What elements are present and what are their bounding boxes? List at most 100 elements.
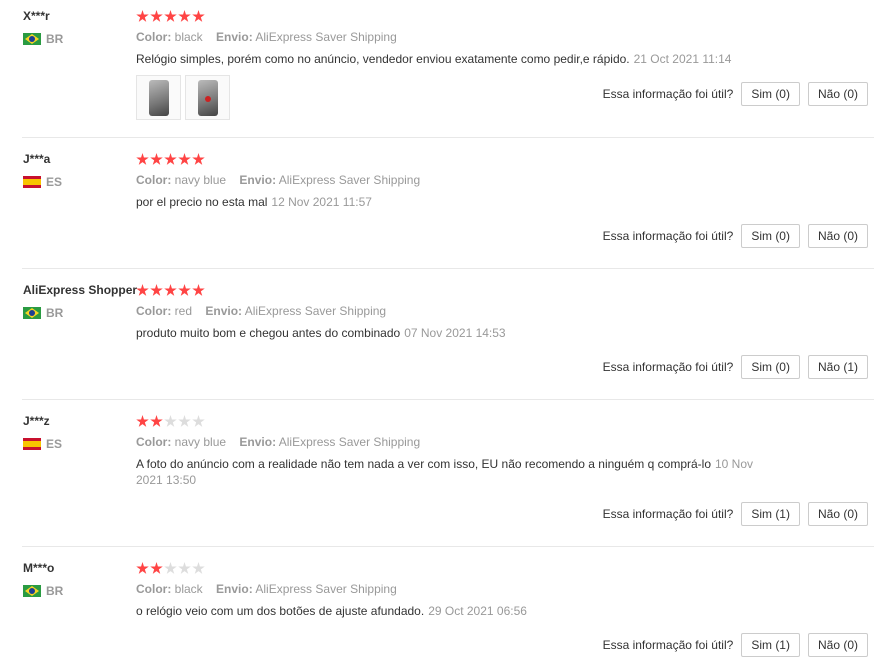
star-empty-icon: [178, 562, 191, 574]
divider: [22, 268, 874, 269]
country-code: BR: [46, 584, 64, 598]
helpful-label: Essa informação foi útil?: [602, 507, 734, 521]
divider: [22, 137, 874, 138]
star-icon: [178, 153, 191, 165]
color-value: navy blue: [174, 435, 227, 449]
order-info: Color: red Envio: AliExpress Saver Shipp…: [136, 304, 396, 318]
spain-flag-icon: [23, 176, 41, 188]
review-text: produto muito bom e chegou antes do comb…: [136, 325, 776, 341]
reviewer-country: BR: [23, 32, 63, 46]
order-info: Color: navy blue Envio: AliExpress Saver…: [136, 173, 430, 187]
star-icon: [192, 10, 205, 22]
helpful-no-button[interactable]: Não (0): [807, 633, 868, 657]
helpful-label: Essa informação foi útil?: [602, 87, 734, 101]
review-photo-thumbnail[interactable]: [136, 75, 181, 120]
helpful-label: Essa informação foi útil?: [602, 360, 734, 374]
color-value: black: [174, 582, 203, 596]
country-code: BR: [46, 32, 64, 46]
order-info: Color: navy blue Envio: AliExpress Saver…: [136, 435, 430, 449]
review-body: o relógio veio com um dos botões de ajus…: [136, 604, 425, 618]
star-rating: [136, 284, 205, 297]
star-icon: [136, 153, 149, 165]
star-icon: [136, 10, 149, 22]
helpful-yes-button[interactable]: Sim (1): [741, 502, 800, 526]
helpful-yes-button[interactable]: Sim (0): [741, 82, 800, 106]
helpful-vote: Essa informação foi útil? Sim (1) Não (0…: [603, 502, 868, 526]
star-icon: [150, 284, 163, 296]
helpful-label: Essa informação foi útil?: [602, 229, 734, 243]
star-icon: [178, 10, 191, 22]
color-label: Color:: [136, 435, 172, 449]
helpful-yes-button[interactable]: Sim (0): [741, 224, 800, 248]
reviewer-country: ES: [23, 175, 62, 189]
brazil-flag-icon: [23, 33, 41, 45]
reviewer-name: M***o: [23, 561, 55, 575]
review-body: por el precio no esta mal: [136, 195, 268, 209]
reviewer-name: J***a: [23, 152, 51, 166]
review-body: produto muito bom e chegou antes do comb…: [136, 326, 401, 340]
color-label: Color:: [136, 173, 172, 187]
star-icon: [150, 153, 163, 165]
star-icon: [164, 10, 177, 22]
divider: [22, 399, 874, 400]
star-icon: [164, 153, 177, 165]
shipping-value: AliExpress Saver Shipping: [278, 173, 421, 187]
helpful-no-button[interactable]: Não (0): [807, 502, 868, 526]
color-value: black: [174, 30, 203, 44]
star-rating: [136, 153, 205, 166]
star-rating: [136, 10, 205, 23]
review-date: 29 Oct 2021 06:56: [428, 604, 527, 618]
color-label: Color:: [136, 30, 172, 44]
shipping-value: AliExpress Saver Shipping: [278, 435, 421, 449]
review-photo-thumbnail[interactable]: [185, 75, 230, 120]
helpful-vote: Essa informação foi útil? Sim (1) Não (0…: [603, 633, 868, 657]
color-value: red: [174, 304, 193, 318]
star-icon: [136, 284, 149, 296]
spain-flag-icon: [23, 438, 41, 450]
star-empty-icon: [178, 415, 191, 427]
order-info: Color: black Envio: AliExpress Saver Shi…: [136, 30, 407, 44]
star-empty-icon: [192, 415, 205, 427]
color-label: Color:: [136, 304, 172, 318]
review-text: Relógio simples, porém como no anúncio, …: [136, 51, 776, 67]
star-rating: [136, 415, 205, 428]
star-icon: [192, 153, 205, 165]
helpful-yes-button[interactable]: Sim (0): [741, 355, 800, 379]
shipping-value: AliExpress Saver Shipping: [255, 582, 397, 596]
star-empty-icon: [164, 562, 177, 574]
shipping-label: Envio:: [216, 30, 253, 44]
shipping-label: Envio:: [216, 582, 253, 596]
shipping-label: Envio:: [239, 173, 277, 187]
review-date: 07 Nov 2021 14:53: [404, 326, 506, 340]
helpful-no-button[interactable]: Não (0): [807, 82, 868, 106]
helpful-vote: Essa informação foi útil? Sim (0) Não (0…: [603, 82, 868, 106]
star-icon: [136, 562, 149, 574]
star-empty-icon: [192, 562, 205, 574]
shipping-value: AliExpress Saver Shipping: [244, 304, 387, 318]
color-value: navy blue: [174, 173, 227, 187]
star-icon: [150, 562, 163, 574]
helpful-vote: Essa informação foi útil? Sim (0) Não (0…: [603, 224, 868, 248]
star-icon: [164, 284, 177, 296]
reviewer-country: BR: [23, 306, 63, 320]
country-code: BR: [46, 306, 64, 320]
review-body: Relógio simples, porém como no anúncio, …: [136, 52, 630, 66]
shipping-label: Envio:: [239, 435, 277, 449]
review-body: A foto do anúncio com a realidade não te…: [136, 457, 711, 471]
review-photos: [136, 75, 230, 120]
star-icon: [178, 284, 191, 296]
helpful-no-button[interactable]: Não (0): [807, 224, 868, 248]
color-label: Color:: [136, 582, 172, 596]
divider: [22, 546, 874, 547]
brazil-flag-icon: [23, 307, 41, 319]
review-date: 12 Nov 2021 11:57: [271, 195, 372, 209]
helpful-label: Essa informação foi útil?: [602, 638, 734, 652]
country-code: ES: [46, 437, 63, 451]
reviewer-country: ES: [23, 437, 62, 451]
helpful-no-button[interactable]: Não (1): [807, 355, 868, 379]
helpful-yes-button[interactable]: Sim (1): [741, 633, 800, 657]
helpful-vote: Essa informação foi útil? Sim (0) Não (1…: [603, 355, 868, 379]
star-icon: [192, 284, 205, 296]
review-date: 21 Oct 2021 11:14: [633, 52, 732, 66]
reviewer-name: AliExpress Shopper: [23, 283, 138, 297]
